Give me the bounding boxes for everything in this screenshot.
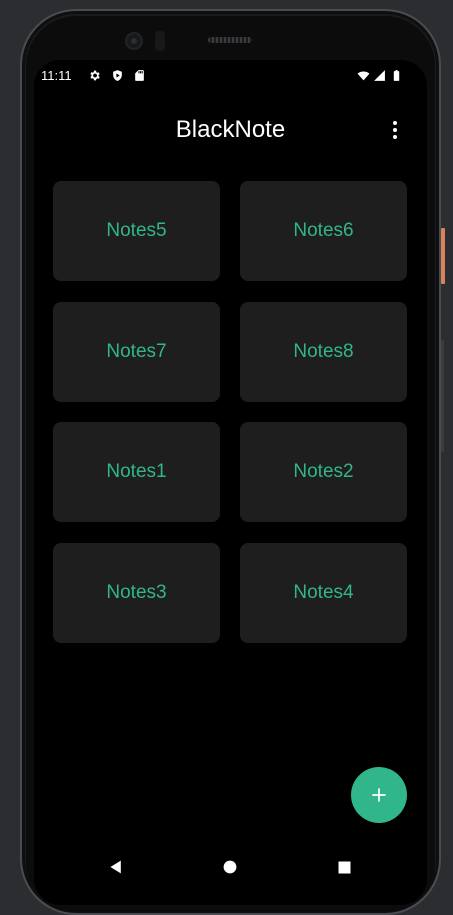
app-bar: BlackNote [34,110,427,150]
shield-icon [110,68,124,82]
home-icon[interactable] [220,857,240,877]
note-label: Notes5 [106,220,167,241]
recents-icon[interactable] [334,857,354,877]
note-card[interactable]: Notes6 [240,181,407,281]
note-card[interactable]: Notes3 [53,543,220,643]
note-card[interactable]: Notes7 [53,302,220,402]
note-label: Notes4 [293,582,354,603]
note-label: Notes8 [293,341,354,362]
note-label: Notes3 [106,582,167,603]
app-title: BlackNote [175,116,286,143]
note-card[interactable]: Notes2 [240,422,407,522]
battery-icon [389,68,403,82]
add-note-button[interactable] [351,767,407,823]
note-label: Notes1 [106,461,167,482]
front-camera [125,32,143,50]
device-frame: 11:11 BlackNote Notes5 Notes6 Notes7 Not… [0,0,453,915]
earpiece-speaker [208,37,252,43]
more-vert-icon[interactable] [384,116,406,144]
system-nav-bar [34,845,427,889]
wifi-icon [356,68,370,82]
note-card[interactable]: Notes5 [53,181,220,281]
cell-signal-icon [372,68,386,82]
note-label: Notes2 [293,461,354,482]
add-icon [372,788,386,802]
note-card[interactable]: Notes1 [53,422,220,522]
settings-icon [87,68,101,82]
proximity-sensor [155,31,165,51]
volume-rocker[interactable] [441,340,444,452]
power-button[interactable] [441,228,445,284]
status-time: 11:11 [41,68,72,83]
back-icon[interactable] [106,857,126,877]
status-bar: 11:11 [34,60,427,90]
note-card[interactable]: Notes4 [240,543,407,643]
sd-card-icon [132,68,146,82]
device-screen: 11:11 BlackNote Notes5 Notes6 Notes7 Not… [34,60,427,905]
note-label: Notes6 [293,220,354,241]
note-label: Notes7 [106,341,167,362]
note-card[interactable]: Notes8 [240,302,407,402]
